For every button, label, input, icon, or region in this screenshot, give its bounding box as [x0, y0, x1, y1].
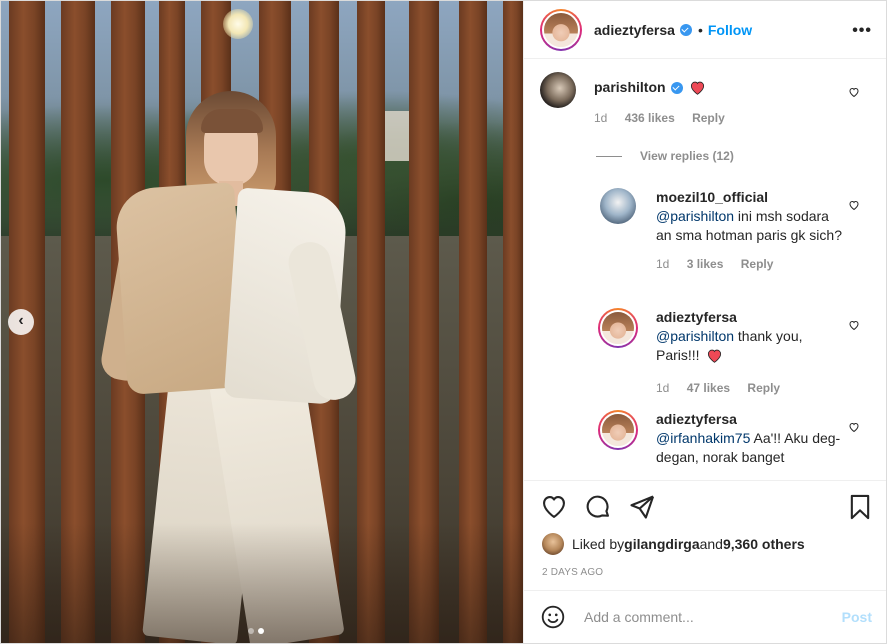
- comment-meta: 1d 436 likes Reply: [594, 109, 739, 128]
- red-heart-icon: [691, 81, 705, 95]
- liker-avatar[interactable]: [542, 533, 564, 555]
- liked-by: Liked by gilangdirga and 9,360 others: [542, 533, 805, 555]
- commenter-avatar[interactable]: [540, 72, 576, 108]
- comment-likes[interactable]: 3 likes: [687, 257, 724, 271]
- like-comment-icon[interactable]: [848, 319, 860, 331]
- comment-likes[interactable]: 47 likes: [687, 381, 730, 395]
- comments-list[interactable]: parishilton 1d 436 likes Reply View repl…: [524, 60, 886, 480]
- bookmark-icon[interactable]: [846, 493, 874, 521]
- comment-age: 1d: [594, 111, 608, 125]
- photo-shadow: [1, 523, 523, 643]
- emoji-smile-icon[interactable]: [540, 604, 566, 630]
- comment-bubble-icon[interactable]: [584, 493, 612, 521]
- liker-username[interactable]: gilangdirga: [624, 536, 699, 552]
- post-header: adieztyfersa • Follow •••: [524, 1, 886, 59]
- view-replies-label: View replies (12): [640, 149, 734, 163]
- post-timestamp[interactable]: 2 DAYS AGO: [542, 567, 603, 578]
- reply-button[interactable]: Reply: [692, 111, 725, 125]
- replies-divider: [596, 155, 622, 157]
- post-dialog: ‹ adieztyfersa • Follow ••• parishilton: [0, 0, 887, 644]
- commenter-username[interactable]: moezil10_official: [656, 188, 846, 207]
- post-actions: Liked by gilangdirga and 9,360 others 2 …: [524, 480, 886, 590]
- comment-mention[interactable]: @parishilton: [656, 208, 734, 224]
- carousel-dot-active: [258, 628, 264, 634]
- commenter-avatar[interactable]: [600, 188, 636, 224]
- commenter-username[interactable]: adieztyfersa: [656, 308, 846, 327]
- follow-button[interactable]: Follow: [708, 22, 752, 38]
- reply-button[interactable]: Reply: [741, 257, 774, 271]
- commenter-username[interactable]: parishilton: [594, 79, 666, 95]
- comment-age: 1d: [656, 257, 670, 271]
- commenter-avatar[interactable]: [598, 308, 638, 348]
- like-comment-icon[interactable]: [848, 199, 860, 211]
- add-comment-input[interactable]: [584, 609, 842, 625]
- photo-lamp: [223, 9, 253, 39]
- comment-age: 1d: [656, 381, 670, 395]
- liked-by-prefix: Liked by: [572, 536, 625, 552]
- verified-badge-icon: [670, 82, 683, 95]
- like-heart-icon[interactable]: [540, 493, 568, 521]
- comment-meta: 1d 3 likes Reply: [656, 255, 846, 274]
- add-comment-bar: Post: [524, 590, 886, 643]
- more-options-icon[interactable]: •••: [852, 23, 872, 39]
- red-heart-icon: [708, 349, 722, 363]
- chevron-left-icon: ‹: [18, 312, 24, 329]
- author-avatar[interactable]: [540, 8, 582, 51]
- like-comment-icon[interactable]: [848, 421, 860, 433]
- comment-likes[interactable]: 436 likes: [625, 111, 675, 125]
- post-comment-button[interactable]: Post: [842, 609, 872, 625]
- commenter-username[interactable]: adieztyfersa: [656, 410, 846, 429]
- reply-item: adieztyfersa @parishilton thank you, Par…: [598, 308, 846, 398]
- author-username[interactable]: adieztyfersa: [594, 22, 675, 38]
- liked-by-middle: and: [699, 536, 723, 552]
- reply-item: moezil10_official @parishilton ini msh s…: [600, 188, 846, 274]
- comment-mention[interactable]: @irfanhakim75: [656, 430, 750, 446]
- comment-item: parishilton 1d 436 likes Reply: [540, 72, 739, 128]
- post-side-panel: adieztyfersa • Follow ••• parishilton 1d…: [523, 1, 886, 643]
- verified-badge-icon: [679, 23, 692, 36]
- carousel-dot: [248, 628, 254, 634]
- carousel-dots: [248, 628, 264, 634]
- header-separator: •: [697, 21, 703, 38]
- comment-meta: 1d 47 likes Reply: [656, 379, 846, 398]
- reply-button[interactable]: Reply: [747, 381, 780, 395]
- reply-item: adieztyfersa @irfanhakim75 Aa'!! Aku deg…: [598, 410, 846, 467]
- share-send-icon[interactable]: [628, 493, 656, 521]
- commenter-avatar[interactable]: [598, 410, 638, 450]
- view-replies-button[interactable]: View replies (12): [596, 149, 734, 163]
- carousel-prev-button[interactable]: ‹: [8, 309, 34, 335]
- post-photo[interactable]: ‹: [1, 1, 523, 643]
- comment-mention[interactable]: @parishilton: [656, 328, 734, 344]
- like-comment-icon[interactable]: [848, 86, 860, 98]
- liked-by-others[interactable]: 9,360 others: [723, 536, 805, 552]
